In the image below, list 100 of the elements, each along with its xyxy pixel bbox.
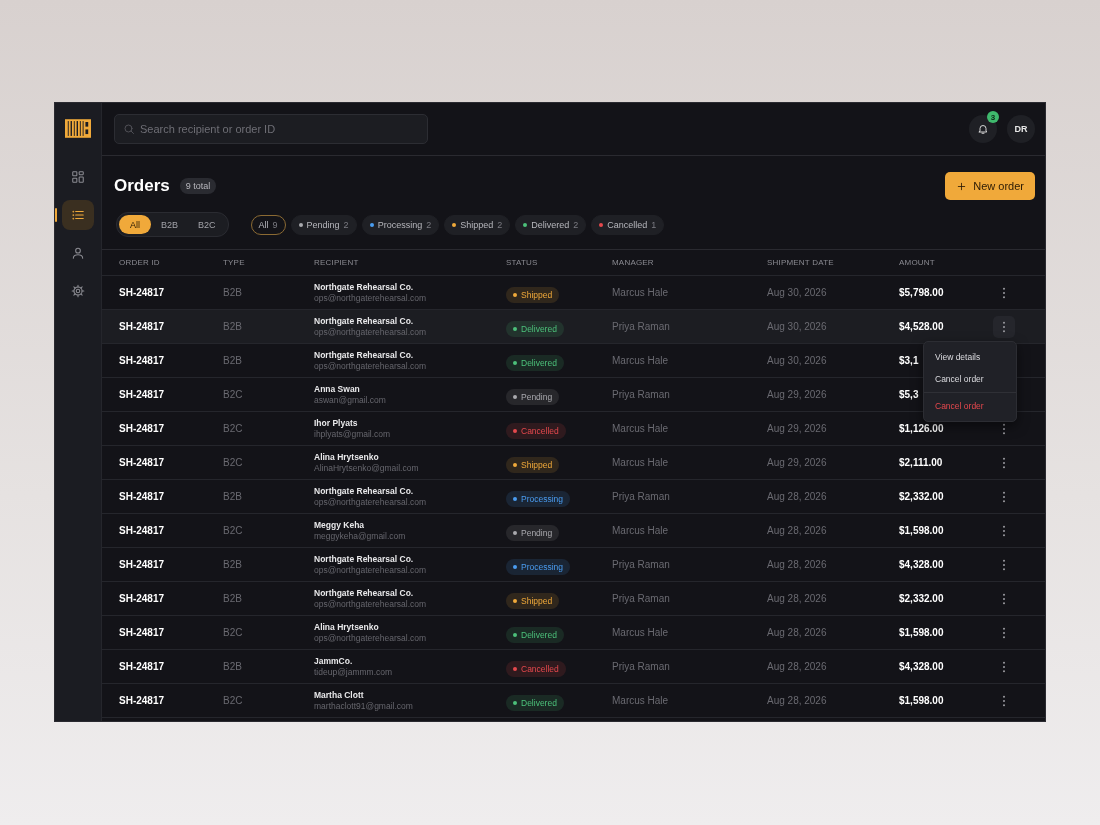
filter-label: Delivered xyxy=(531,219,570,230)
column-header: AMOUNT xyxy=(899,258,936,267)
type-tab[interactable]: All xyxy=(119,215,151,234)
recipient-email: ops@northgaterehearsal.com xyxy=(314,361,428,371)
avatar[interactable]: DR xyxy=(1007,115,1035,143)
more-icon xyxy=(1002,524,1006,537)
order-id: SH-24817 xyxy=(118,321,166,332)
status-badge: Delivered xyxy=(506,354,564,371)
shipment-date: Aug 28, 2026 xyxy=(767,661,828,672)
status-badge: Pending xyxy=(506,388,560,405)
status-badge: Delivered xyxy=(506,694,564,711)
order-id: SH-24817 xyxy=(118,287,166,298)
manager-name: Priya Raman xyxy=(612,661,671,672)
filter-count: 1 xyxy=(651,219,657,230)
order-amount: $3,1 xyxy=(899,355,919,366)
status-filter-chip[interactable]: Delivered 2 xyxy=(515,214,587,235)
grid-icon xyxy=(71,170,85,184)
status-filter-chip[interactable]: Shipped 2 xyxy=(444,214,511,235)
more-icon xyxy=(1002,694,1006,707)
recipient-email: aswan@gmail.com xyxy=(314,395,387,405)
new-order-button[interactable]: New order xyxy=(945,172,1035,200)
manager-name: Marcus Hale xyxy=(612,627,670,638)
recipient-email: ops@northgaterehearsal.com xyxy=(314,497,428,507)
order-type: B2B xyxy=(223,661,243,672)
more-icon xyxy=(1002,660,1006,673)
search-field[interactable]: Search recipient or order ID xyxy=(114,114,428,144)
order-type: B2B xyxy=(223,559,243,570)
column-header: RECIPIENT xyxy=(314,258,360,267)
column-header: TYPE xyxy=(223,258,246,267)
settings-icon xyxy=(71,284,85,298)
order-amount: $1,598.00 xyxy=(899,695,944,706)
more-icon xyxy=(1002,422,1006,435)
more-icon xyxy=(1002,592,1006,605)
bell-icon xyxy=(977,123,989,135)
type-tab[interactable]: B2C xyxy=(188,215,226,234)
recipient-name: Northgate Rehearsal Co. xyxy=(314,350,415,360)
order-type: B2C xyxy=(223,627,244,638)
order-type: B2B xyxy=(223,321,243,332)
manager-name: Marcus Hale xyxy=(612,287,670,298)
order-amount: $5,3 xyxy=(899,389,919,400)
order-type: B2B xyxy=(223,491,243,502)
status-badge: Shipped xyxy=(506,286,560,303)
filter-label: Shipped xyxy=(460,219,494,230)
filter-count: 2 xyxy=(497,219,503,230)
filter-label: All xyxy=(258,219,269,230)
status-filter-chip[interactable]: Cancelled 1 xyxy=(591,214,665,235)
recipient-email: marthaclott91@gmail.com xyxy=(314,701,414,711)
more-icon xyxy=(1002,626,1006,639)
recipient-email: ops@northgaterehearsal.com xyxy=(314,599,428,609)
manager-name: Priya Raman xyxy=(612,389,671,400)
order-amount: $4,328.00 xyxy=(899,661,944,672)
order-id: SH-24817 xyxy=(118,661,166,672)
menu-item[interactable]: View details xyxy=(924,346,1016,368)
order-id: SH-24817 xyxy=(118,559,166,570)
shipment-date: Aug 28, 2026 xyxy=(767,695,828,706)
recipient-email: ihplyats@gmail.com xyxy=(314,429,392,439)
recipient-name: JammCo. xyxy=(314,656,354,666)
recipient-email: meggykeha@gmail.com xyxy=(314,531,407,541)
order-id: SH-24817 xyxy=(118,627,166,638)
order-amount: $1,598.00 xyxy=(899,525,944,536)
recipient-email: AlinaHrytsenko@gmail.com xyxy=(314,463,420,473)
status-filter-chip[interactable]: Pending 2 xyxy=(290,214,357,235)
more-icon xyxy=(1002,286,1006,299)
status-badge: Processing xyxy=(506,558,571,575)
manager-name: Priya Raman xyxy=(612,321,671,332)
recipient-name: Northgate Rehearsal Co. xyxy=(314,282,415,292)
more-icon xyxy=(1002,490,1006,503)
order-type: B2C xyxy=(223,695,244,706)
recipient-name: Northgate Rehearsal Co. xyxy=(314,316,415,326)
column-header: STATUS xyxy=(506,258,539,267)
order-amount: $2,332.00 xyxy=(899,593,944,604)
manager-name: Marcus Hale xyxy=(612,355,670,366)
order-amount: $2,111.00 xyxy=(899,457,943,468)
manager-name: Marcus Hale xyxy=(612,695,670,706)
order-id: SH-24817 xyxy=(118,389,166,400)
order-type: B2B xyxy=(223,593,243,604)
status-badge: Cancelled xyxy=(506,660,566,677)
recipient-email: ops@northgaterehearsal.com xyxy=(314,327,428,337)
order-amount: $1,598.00 xyxy=(899,627,944,638)
manager-name: Priya Raman xyxy=(612,559,671,570)
status-filter-chip[interactable]: Processing 2 xyxy=(361,214,440,235)
type-tab[interactable]: B2B xyxy=(151,215,189,234)
manager-name: Marcus Hale xyxy=(612,457,670,468)
status-badge: Processing xyxy=(506,490,571,507)
logo-icon xyxy=(65,119,91,138)
order-id: SH-24817 xyxy=(118,423,166,434)
status-badge: Delivered xyxy=(506,320,564,337)
order-type: B2C xyxy=(223,389,244,400)
status-badge: Delivered xyxy=(506,626,564,643)
manager-name: Marcus Hale xyxy=(612,525,670,536)
filter-label: Processing xyxy=(377,219,423,230)
shipment-date: Aug 30, 2026 xyxy=(767,321,828,332)
order-id: SH-24817 xyxy=(118,355,166,366)
order-id: SH-24817 xyxy=(118,525,166,536)
shipment-date: Aug 28, 2026 xyxy=(767,593,828,604)
recipient-name: Martha Clott xyxy=(314,690,365,700)
row-actions-button[interactable] xyxy=(993,315,1015,338)
column-header: MANAGER xyxy=(612,258,655,267)
column-header: SHIPMENT DATE xyxy=(767,258,835,267)
shipment-date: Aug 28, 2026 xyxy=(767,525,828,536)
